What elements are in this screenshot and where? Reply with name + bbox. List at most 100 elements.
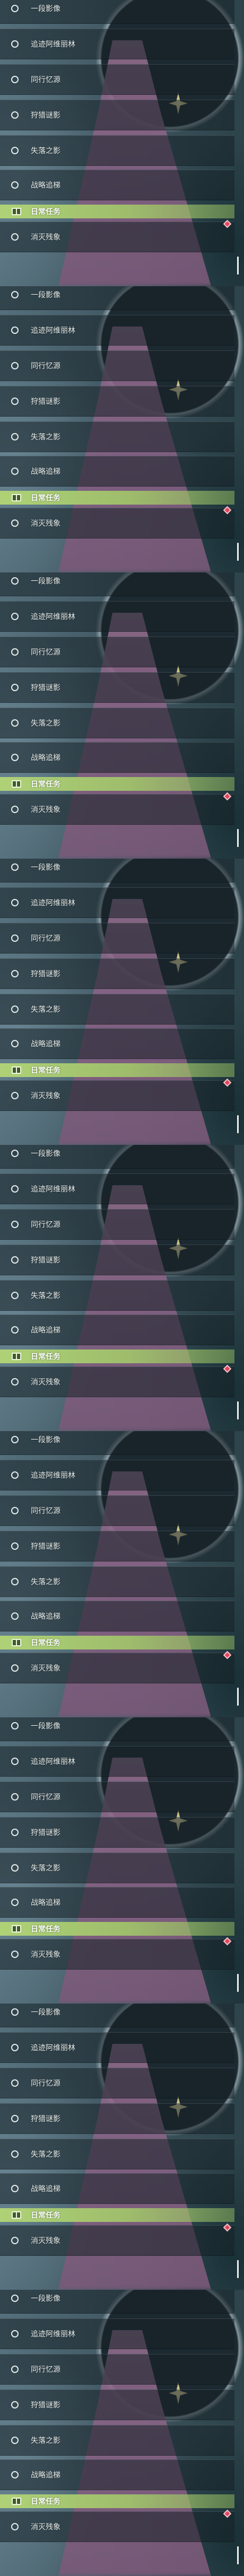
quest-row[interactable]: 追迹阿维丽林 bbox=[0, 29, 234, 59]
quest-row[interactable]: 狩猎谜影 bbox=[0, 1817, 234, 1848]
daily-tasks-header[interactable]: 日常任务 bbox=[0, 1063, 234, 1077]
quest-row[interactable]: 一段影像 bbox=[0, 1717, 234, 1741]
quest-row[interactable]: 同行忆源 bbox=[0, 1209, 234, 1240]
quest-row[interactable]: 一段影像 bbox=[0, 2004, 234, 2027]
quest-row[interactable]: 同行忆源 bbox=[0, 2068, 234, 2098]
quest-row[interactable]: 狩猎谜影 bbox=[0, 1245, 234, 1275]
daily-tasks-header[interactable]: 日常任务 bbox=[0, 2208, 234, 2222]
quest-row[interactable]: 一段影像 bbox=[0, 2290, 234, 2314]
circle-outline-icon bbox=[11, 2295, 19, 2302]
circle-outline-icon bbox=[11, 433, 19, 440]
daily-tasks-title: 日常任务 bbox=[31, 2498, 60, 2506]
quest-label: 消灭残象 bbox=[31, 519, 60, 528]
quest-row[interactable]: 战略追梯 bbox=[0, 456, 234, 487]
quest-row[interactable]: 战略追梯 bbox=[0, 1887, 234, 1918]
quest-row[interactable]: 战略追梯 bbox=[0, 1315, 234, 1345]
quest-row[interactable]: 消灭残象 bbox=[0, 222, 234, 252]
circle-outline-icon bbox=[11, 684, 19, 691]
quest-label: 消灭残象 bbox=[31, 2237, 60, 2245]
scrollbar-thumb[interactable] bbox=[237, 1688, 239, 1706]
scrollbar-thumb[interactable] bbox=[237, 2260, 239, 2278]
quest-row[interactable]: 消灭残象 bbox=[0, 2511, 234, 2542]
daily-tasks-header[interactable]: 日常任务 bbox=[0, 205, 234, 218]
quest-row[interactable]: 战略追梯 bbox=[0, 2459, 234, 2490]
quest-row[interactable]: 追迹阿维丽林 bbox=[0, 315, 234, 346]
quest-row[interactable]: 失落之影 bbox=[0, 1852, 234, 1883]
quest-row[interactable]: 追迹阿维丽林 bbox=[0, 2318, 234, 2349]
circle-outline-icon bbox=[11, 233, 19, 241]
scrollbar-thumb[interactable] bbox=[237, 543, 239, 561]
quest-row[interactable]: 消灭残象 bbox=[0, 1939, 234, 1970]
quest-label: 消灭残象 bbox=[31, 1092, 60, 1100]
quest-tracker-panel: 一段影像 追迹阿维丽林 同行忆源 狩猎谜影 失落之影 战略追梯 日常任务 消灭残… bbox=[0, 2290, 244, 2576]
quest-row[interactable]: 追迹阿维丽林 bbox=[0, 887, 234, 918]
quest-row[interactable]: 狩猎谜影 bbox=[0, 2389, 234, 2420]
quest-row[interactable]: 消灭残象 bbox=[0, 508, 234, 539]
quest-tracker-panel: 一段影像 追迹阿维丽林 同行忆源 狩猎谜影 失落之影 战略追梯 日常任务 消灭残… bbox=[0, 1431, 244, 1717]
quest-row[interactable]: 狩猎谜影 bbox=[0, 672, 234, 703]
quest-row[interactable]: 同行忆源 bbox=[0, 1781, 234, 1812]
quest-row[interactable]: 追迹阿维丽林 bbox=[0, 601, 234, 632]
quest-row[interactable]: 同行忆源 bbox=[0, 923, 234, 954]
quest-row[interactable]: 一段影像 bbox=[0, 0, 234, 24]
quest-row[interactable]: 同行忆源 bbox=[0, 637, 234, 667]
quest-row[interactable]: 同行忆源 bbox=[0, 350, 234, 381]
daily-tasks-header[interactable]: 日常任务 bbox=[0, 2494, 234, 2508]
scrollbar-thumb[interactable] bbox=[237, 2546, 239, 2564]
daily-tasks-header[interactable]: 日常任务 bbox=[0, 1922, 234, 1936]
quest-row[interactable]: 战略追梯 bbox=[0, 742, 234, 773]
quest-row[interactable]: 一段影像 bbox=[0, 1145, 234, 1169]
daily-tasks-header[interactable]: 日常任务 bbox=[0, 1636, 234, 1649]
quest-label: 追迹阿维丽林 bbox=[31, 1758, 75, 1766]
scrollbar-thumb[interactable] bbox=[237, 829, 239, 847]
quest-row[interactable]: 同行忆源 bbox=[0, 1495, 234, 1526]
circle-outline-icon bbox=[11, 934, 19, 942]
quest-row[interactable]: 狩猎谜影 bbox=[0, 1531, 234, 1562]
quest-row[interactable]: 消灭残象 bbox=[0, 1080, 234, 1111]
quest-row[interactable]: 狩猎谜影 bbox=[0, 100, 234, 130]
quest-row[interactable]: 战略追梯 bbox=[0, 1601, 234, 1631]
circle-outline-icon bbox=[11, 1040, 19, 1047]
quest-label: 追迹阿维丽林 bbox=[31, 1471, 75, 1480]
quest-label: 狩猎谜影 bbox=[31, 2401, 60, 2410]
quest-row[interactable]: 狩猎谜影 bbox=[0, 2103, 234, 2134]
quest-row[interactable]: 消灭残象 bbox=[0, 1653, 234, 1683]
daily-tasks-header[interactable]: 日常任务 bbox=[0, 491, 234, 505]
quest-row[interactable]: 失落之影 bbox=[0, 708, 234, 738]
circle-outline-icon bbox=[11, 1092, 19, 1099]
quest-row[interactable]: 狩猎谜影 bbox=[0, 958, 234, 989]
quest-row[interactable]: 一段影像 bbox=[0, 1431, 234, 1455]
quest-row[interactable]: 失落之影 bbox=[0, 994, 234, 1025]
quest-label: 狩猎谜影 bbox=[31, 2115, 60, 2123]
quest-row[interactable]: 消灭残象 bbox=[0, 2225, 234, 2256]
scrollbar-thumb[interactable] bbox=[237, 1974, 239, 1992]
quest-label: 战略追梯 bbox=[31, 467, 60, 476]
quest-row[interactable]: 同行忆源 bbox=[0, 2354, 234, 2385]
quest-row[interactable]: 失落之影 bbox=[0, 1566, 234, 1597]
scrollbar-thumb[interactable] bbox=[237, 1401, 239, 1419]
quest-row[interactable]: 消灭残象 bbox=[0, 794, 234, 825]
daily-tasks-header[interactable]: 日常任务 bbox=[0, 777, 234, 791]
quest-label: 失落之影 bbox=[31, 1005, 60, 1014]
quest-row[interactable]: 失落之影 bbox=[0, 1280, 234, 1311]
quest-row[interactable]: 失落之影 bbox=[0, 2425, 234, 2456]
quest-row[interactable]: 追迹阿维丽林 bbox=[0, 2032, 234, 2063]
quest-row[interactable]: 战略追梯 bbox=[0, 170, 234, 200]
quest-row[interactable]: 失落之影 bbox=[0, 2139, 234, 2169]
quest-row[interactable]: 战略追梯 bbox=[0, 2173, 234, 2204]
quest-row[interactable]: 一段影像 bbox=[0, 572, 234, 596]
quest-row[interactable]: 消灭残象 bbox=[0, 1366, 234, 1397]
scrollbar-thumb[interactable] bbox=[237, 1115, 239, 1133]
quest-row[interactable]: 追迹阿维丽林 bbox=[0, 1460, 234, 1490]
quest-row[interactable]: 追迹阿维丽林 bbox=[0, 1746, 234, 1777]
quest-row[interactable]: 战略追梯 bbox=[0, 1028, 234, 1059]
quest-row[interactable]: 失落之影 bbox=[0, 421, 234, 452]
quest-row[interactable]: 同行忆源 bbox=[0, 64, 234, 95]
quest-row[interactable]: 狩猎谜影 bbox=[0, 386, 234, 417]
quest-row[interactable]: 一段影像 bbox=[0, 859, 234, 883]
quest-row[interactable]: 追迹阿维丽林 bbox=[0, 1174, 234, 1204]
quest-row[interactable]: 一段影像 bbox=[0, 286, 234, 310]
scrollbar-thumb[interactable] bbox=[237, 257, 239, 275]
daily-tasks-header[interactable]: 日常任务 bbox=[0, 1349, 234, 1363]
quest-row[interactable]: 失落之影 bbox=[0, 135, 234, 166]
